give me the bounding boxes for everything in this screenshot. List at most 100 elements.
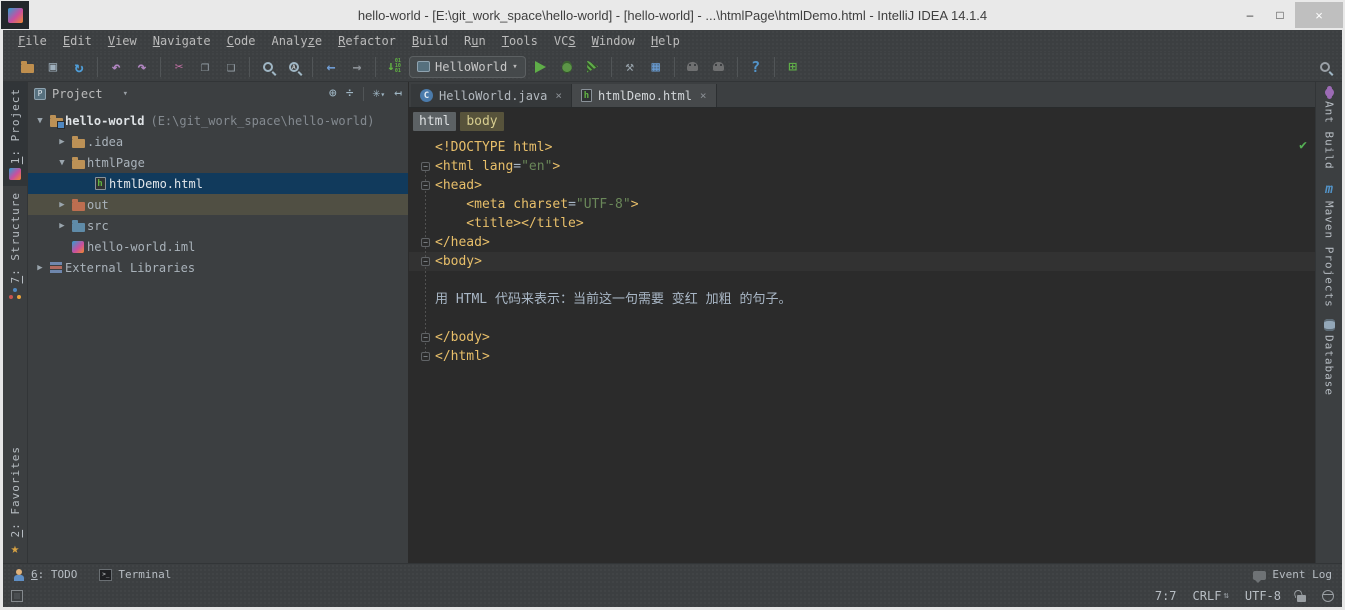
menu-edit[interactable]: Edit xyxy=(56,32,99,50)
breadcrumb-html[interactable]: html xyxy=(413,112,456,131)
toolwindow-button-todo[interactable]: 6: TODO xyxy=(13,568,77,581)
fold-marker-icon[interactable]: − xyxy=(421,352,430,361)
toolwindow-button-structure[interactable]: 7: Structure xyxy=(3,186,27,305)
menu-refactor[interactable]: Refactor xyxy=(331,32,403,50)
synchronize-icon[interactable]: ↻ xyxy=(68,56,90,78)
copy-icon[interactable]: ❐ xyxy=(194,56,216,78)
gear-icon[interactable]: ✳▾ xyxy=(373,86,386,101)
code-line-7[interactable]: −<body> xyxy=(409,252,1315,271)
coverage-icon[interactable] xyxy=(582,56,604,78)
tab-helloworld.java[interactable]: CHelloWorld.java× xyxy=(411,84,572,107)
menu-run[interactable]: Run xyxy=(457,32,493,50)
project-structure-icon[interactable]: ▦ xyxy=(645,56,667,78)
menu-build[interactable]: Build xyxy=(405,32,455,50)
toolwindow-button-ant-build[interactable]: Ant Build xyxy=(1316,82,1342,176)
menu-help[interactable]: Help xyxy=(644,32,687,50)
run-configuration-select[interactable]: HelloWorld▾ xyxy=(409,56,526,78)
encoding-widget[interactable]: UTF-8 xyxy=(1245,589,1281,603)
inspection-status-icon[interactable]: ✔ xyxy=(1299,138,1307,153)
toolwindow-toggle-icon[interactable] xyxy=(11,590,23,602)
paste-icon[interactable]: ❑ xyxy=(220,56,242,78)
find-icon[interactable] xyxy=(257,56,279,78)
tree-collapsed-arrow-icon[interactable]: ▶ xyxy=(55,221,69,231)
line-ending-widget[interactable]: CRLF ⇅ xyxy=(1193,589,1229,603)
code-line-2[interactable]: −<html lang="en"> xyxy=(409,157,1315,176)
close-button[interactable]: × xyxy=(1295,2,1343,28)
code-line-10[interactable] xyxy=(409,309,1315,328)
code-line-4[interactable]: <meta charset="UTF-8"> xyxy=(409,195,1315,214)
undo-icon[interactable]: ↶ xyxy=(105,56,127,78)
tab-close-icon[interactable]: × xyxy=(700,89,707,102)
tree-expanded-arrow-icon[interactable]: ▼ xyxy=(33,116,47,126)
tab-htmldemo.html[interactable]: hhtmlDemo.html× xyxy=(572,84,717,107)
project-panel-title[interactable]: Project xyxy=(52,87,103,101)
code-line-8[interactable] xyxy=(409,271,1315,290)
menu-vcs[interactable]: VCS xyxy=(547,32,583,50)
back-icon[interactable]: ← xyxy=(320,56,342,78)
maximize-button[interactable]: □ xyxy=(1265,4,1295,26)
menu-file[interactable]: File xyxy=(11,32,54,50)
tree-expanded-arrow-icon[interactable]: ▼ xyxy=(55,158,69,168)
hide-panel-icon[interactable]: ↤ xyxy=(394,86,402,101)
redo-icon[interactable]: ↷ xyxy=(131,56,153,78)
tree-collapsed-arrow-icon[interactable]: ▶ xyxy=(55,137,69,147)
menu-tools[interactable]: Tools xyxy=(495,32,545,50)
code-line-6[interactable]: −</head> xyxy=(409,233,1315,252)
menu-window[interactable]: Window xyxy=(585,32,642,50)
tab-close-icon[interactable]: × xyxy=(555,89,562,102)
tree-item-htmldemo-html[interactable]: hhtmlDemo.html xyxy=(28,173,408,194)
code-area[interactable]: <!DOCTYPE html>−<html lang="en">−<head> … xyxy=(409,134,1315,563)
tree-collapsed-arrow-icon[interactable]: ▶ xyxy=(55,200,69,210)
run-icon[interactable] xyxy=(530,56,552,78)
event-log-button[interactable]: Event Log xyxy=(1253,568,1332,581)
code-line-9[interactable]: 用 HTML 代码来表示：当前这一句需要 变红 加粗 的句子。 xyxy=(409,290,1315,309)
toolwindow-button-project[interactable]: 1: Project xyxy=(3,82,27,186)
project-view-dropdown-icon[interactable]: ▾ xyxy=(123,89,128,99)
fold-marker-icon[interactable]: − xyxy=(421,333,430,342)
toolwindow-button-maven-projects[interactable]: mMaven Projects xyxy=(1316,176,1342,314)
replace-icon[interactable]: A xyxy=(283,56,305,78)
breadcrumb-body[interactable]: body xyxy=(460,112,503,131)
help-icon[interactable]: ? xyxy=(745,56,767,78)
toolwindow-button-terminal[interactable]: >_Terminal xyxy=(99,568,171,581)
tree-item-hello-world-iml[interactable]: hello-world.iml xyxy=(28,236,408,257)
cut-icon[interactable]: ✂ xyxy=(168,56,190,78)
menu-analyze[interactable]: Analyze xyxy=(265,32,330,50)
code-line-5[interactable]: <title></title> xyxy=(409,214,1315,233)
unlock-icon[interactable] xyxy=(1297,595,1306,602)
code-line-1[interactable]: <!DOCTYPE html> xyxy=(409,138,1315,157)
fold-marker-icon[interactable]: − xyxy=(421,257,430,266)
forward-icon[interactable]: → xyxy=(346,56,368,78)
locate-icon[interactable]: ⊕ xyxy=(329,86,337,101)
open-icon[interactable] xyxy=(16,56,38,78)
tree-collapsed-arrow-icon[interactable]: ▶ xyxy=(33,263,47,273)
tree-item-hello-world[interactable]: ▼hello-world (E:\git_work_space\hello-wo… xyxy=(28,110,408,131)
save-all-icon[interactable]: ▣ xyxy=(42,56,64,78)
tree-item-htmlpage[interactable]: ▼htmlPage xyxy=(28,152,408,173)
android-monitor-icon[interactable] xyxy=(708,56,730,78)
fold-marker-icon[interactable]: − xyxy=(421,162,430,171)
update-sources-icon[interactable]: ↓01 10 01 xyxy=(383,56,405,78)
minimize-button[interactable]: – xyxy=(1235,4,1265,26)
tree-item-out[interactable]: ▶out xyxy=(28,194,408,215)
menu-code[interactable]: Code xyxy=(220,32,263,50)
collapse-all-icon[interactable]: ÷ xyxy=(346,86,354,101)
sdk-manager-icon[interactable]: ⊞ xyxy=(782,56,804,78)
menu-navigate[interactable]: Navigate xyxy=(146,32,218,50)
code-line-12[interactable]: −</html> xyxy=(409,347,1315,366)
fold-marker-icon[interactable]: − xyxy=(421,181,430,190)
hector-inspector-icon[interactable] xyxy=(1322,590,1334,602)
toolwindow-button-favorites[interactable]: 2: Favorites★ xyxy=(3,440,27,563)
debug-icon[interactable] xyxy=(556,56,578,78)
caret-position-widget[interactable]: 7:7 xyxy=(1155,589,1177,603)
tree-item-external-libraries[interactable]: ▶External Libraries xyxy=(28,257,408,278)
android-sync-icon[interactable] xyxy=(682,56,704,78)
settings-icon[interactable]: ⚒ xyxy=(619,56,641,78)
menu-view[interactable]: View xyxy=(101,32,144,50)
tree-item-src[interactable]: ▶src xyxy=(28,215,408,236)
code-line-3[interactable]: −<head> xyxy=(409,176,1315,195)
tree-item--idea[interactable]: ▶.idea xyxy=(28,131,408,152)
code-line-11[interactable]: −</body> xyxy=(409,328,1315,347)
toolwindow-button-database[interactable]: Database xyxy=(1316,313,1342,402)
search-everywhere-icon[interactable] xyxy=(1314,56,1336,78)
